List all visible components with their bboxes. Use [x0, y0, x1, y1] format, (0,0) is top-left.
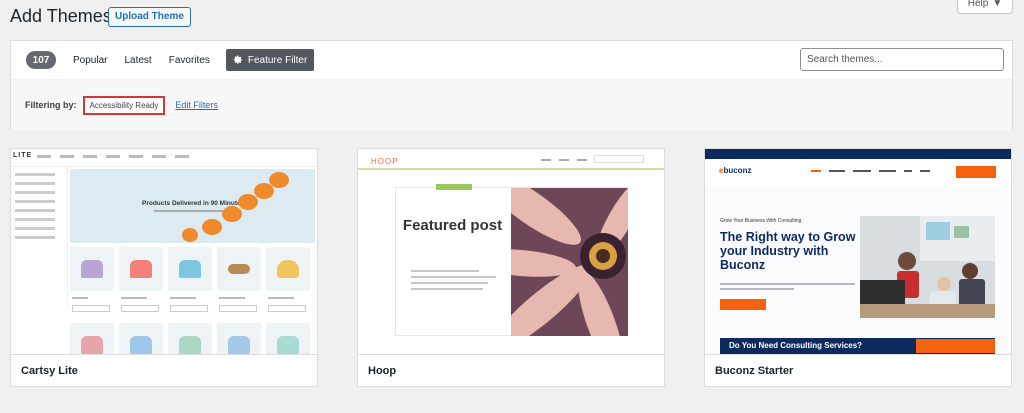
preview-hero-subtitle: [154, 210, 224, 212]
preview-flower-image: [511, 188, 628, 336]
preview-featured-panel: Featured post: [395, 184, 628, 336]
preview-search-box: [594, 155, 644, 163]
theme-name: Hoop: [358, 354, 664, 386]
preview-accent-bar: [358, 168, 664, 170]
tab-latest[interactable]: Latest: [124, 55, 151, 66]
help-label: Help: [967, 0, 989, 9]
preview-menu: [811, 170, 930, 172]
gear-icon: [233, 55, 242, 64]
preview-logo: LITE: [13, 152, 33, 159]
preview-logo: ebuconz: [719, 166, 751, 175]
preview-tagline: Grow Your Business With Consulting: [720, 218, 802, 224]
preview-headline: Featured post: [402, 217, 503, 234]
preview-menu: [541, 159, 587, 161]
active-filter-tag: Accessibility Ready: [82, 95, 166, 115]
preview-menu: [37, 155, 189, 158]
filtering-by-label: Filtering by:: [25, 100, 77, 110]
help-button[interactable]: Help ▼: [957, 0, 1013, 14]
theme-screenshot[interactable]: HOOP Featured post: [358, 149, 664, 354]
theme-card-cartsy-lite[interactable]: LITE Products Delivered in 90 Minutes Ca…: [10, 148, 318, 387]
theme-count-badge: 107: [26, 51, 56, 69]
preview-logo-text: buconz: [723, 166, 752, 175]
page-title: Add Themes: [10, 6, 112, 26]
tab-popular[interactable]: Popular: [73, 55, 107, 66]
theme-name: Buconz Starter: [705, 354, 1011, 386]
preview-excerpt: [720, 283, 855, 293]
preview-hero: Products Delivered in 90 Minutes: [70, 169, 315, 243]
theme-screenshot[interactable]: ebuconz Grow Your Business With Consulti…: [705, 149, 1011, 354]
preview-headline: The Right way to Grow your Industry with…: [720, 230, 856, 272]
preview-topbar: [705, 149, 1011, 159]
feature-filter-button[interactable]: Feature Filter: [225, 49, 315, 71]
edit-filters-link[interactable]: Edit Filters: [175, 100, 218, 110]
preview-excerpt: [411, 270, 496, 294]
tab-favorites[interactable]: Favorites: [169, 55, 210, 66]
upload-theme-button[interactable]: Upload Theme: [108, 7, 191, 27]
preview-logo: HOOP: [371, 157, 399, 166]
theme-name: Cartsy Lite: [11, 354, 317, 386]
preview-button: [720, 299, 766, 310]
filter-status-row: Filtering by: Accessibility Ready Edit F…: [11, 79, 1012, 130]
theme-screenshot[interactable]: LITE Products Delivered in 90 Minutes: [11, 149, 317, 354]
theme-filter-bar: 107 Popular Latest Favorites Feature Fil…: [10, 40, 1013, 130]
preview-consulting-band: Do You Need Consulting Services?: [720, 338, 995, 354]
theme-card-hoop[interactable]: HOOP Featured post Hoop: [357, 148, 665, 387]
preview-hero: Grow Your Business With Consulting The R…: [705, 186, 1011, 354]
caret-down-icon: ▼: [992, 0, 1003, 9]
search-themes-input[interactable]: Search themes...: [800, 48, 1004, 71]
preview-category-badge: [436, 184, 472, 190]
feature-filter-label: Feature Filter: [247, 54, 308, 66]
preview-header: LITE: [11, 149, 317, 167]
preview-band-text: Do You Need Consulting Services?: [729, 341, 863, 350]
preview-sidebar: [11, 167, 68, 307]
preview-band-button: [916, 339, 995, 353]
theme-card-buconz-starter[interactable]: ebuconz Grow Your Business With Consulti…: [704, 148, 1012, 387]
preview-cta: [956, 166, 996, 178]
preview-meeting-photo: [860, 216, 995, 318]
